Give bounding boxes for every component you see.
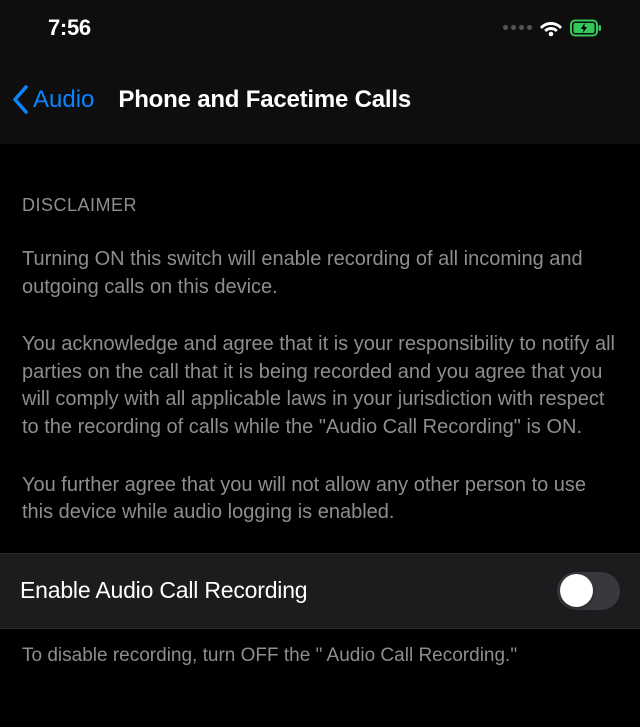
status-indicators <box>503 19 602 37</box>
battery-charging-icon <box>570 19 602 37</box>
content: DISCLAIMER Turning ON this switch will e… <box>0 145 640 683</box>
status-time: 7:56 <box>48 15 91 41</box>
enable-recording-label: Enable Audio Call Recording <box>20 577 307 604</box>
footer-text: To disable recording, turn OFF the " Aud… <box>0 629 640 684</box>
disclaimer-para-2: You acknowledge and agree that it is you… <box>22 331 618 441</box>
status-bar: 7:56 <box>0 0 640 55</box>
chevron-left-icon <box>12 85 29 114</box>
nav-bar: Audio Phone and Facetime Calls <box>0 55 640 145</box>
back-label: Audio <box>33 86 94 114</box>
wifi-icon <box>540 19 562 37</box>
page-title: Phone and Facetime Calls <box>118 86 411 114</box>
enable-recording-toggle[interactable] <box>557 572 620 610</box>
disclaimer-header: DISCLAIMER <box>22 195 618 216</box>
toggle-knob <box>560 574 593 607</box>
disclaimer-para-1: Turning ON this switch will enable recor… <box>22 246 618 301</box>
cellular-icon <box>503 25 532 30</box>
disclaimer-para-3: You further agree that you will not allo… <box>22 472 618 527</box>
disclaimer-section: DISCLAIMER Turning ON this switch will e… <box>0 145 640 553</box>
back-button[interactable]: Audio <box>12 85 94 114</box>
enable-recording-row: Enable Audio Call Recording <box>0 553 640 629</box>
